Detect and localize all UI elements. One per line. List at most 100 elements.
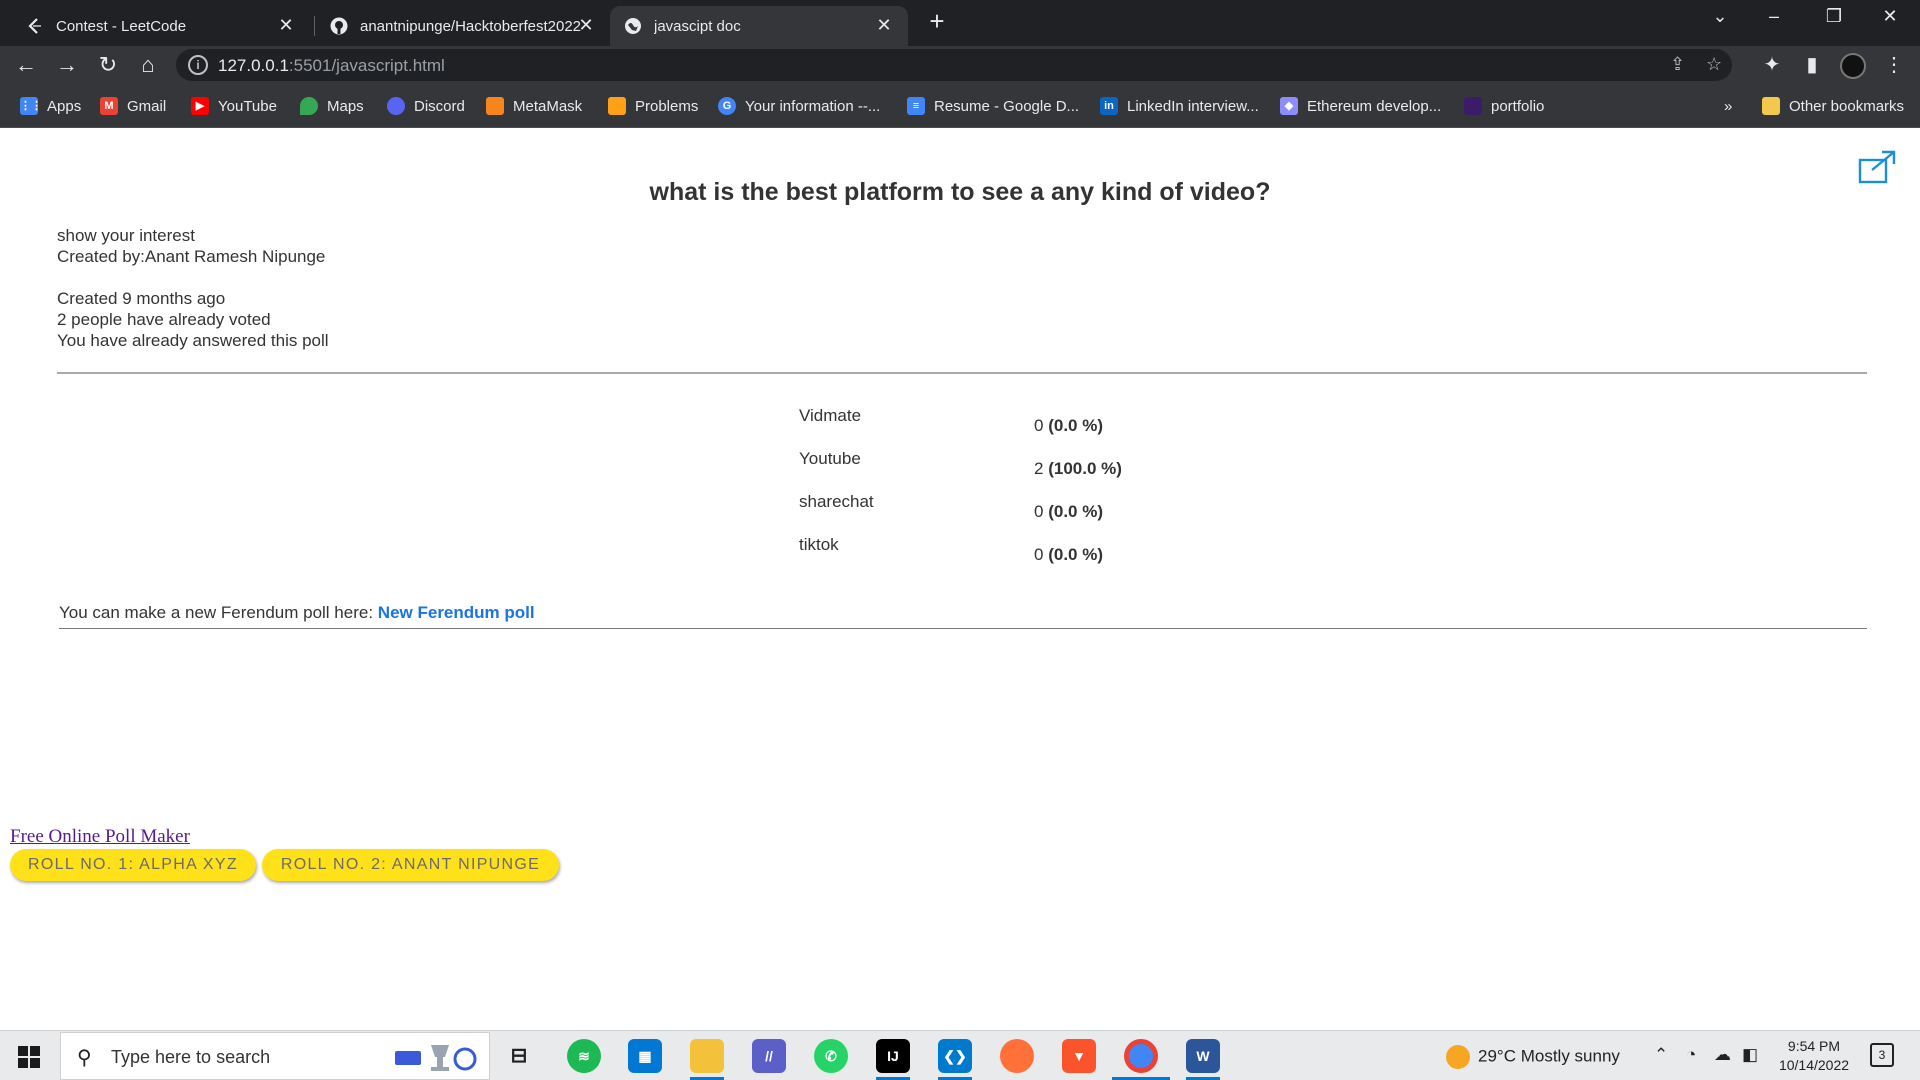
address-bar[interactable]: i 127.0.0.1:5501/javascript.html ⇪ ☆ [176,49,1732,81]
other-bookmarks[interactable]: Other bookmarks [1762,96,1904,116]
bookmark-your-information[interactable]: G Your information --... [718,96,880,116]
browser-toolbar: ← → ↻ ⌂ i 127.0.0.1:5501/javascript.html… [0,46,1920,84]
discord-icon [387,97,405,115]
more-bookmarks-button[interactable]: » [1724,96,1732,116]
bookmark-star-icon[interactable]: ☆ [1706,54,1722,75]
poll-vote-count: 2 people have already voted [57,310,271,329]
folder-icon [1762,97,1780,115]
firefox-icon[interactable] [1000,1039,1034,1073]
tab-javascript-doc[interactable]: javascipt doc ✕ [610,6,908,46]
profile-avatar[interactable] [1840,53,1866,79]
tab-leetcode[interactable]: Contest - LeetCode ✕ [12,6,310,46]
poll-author: Created by:Anant Ramesh Nipunge [57,247,326,266]
close-icon[interactable]: ✕ [576,15,596,36]
search-placeholder: Type here to search [111,1047,271,1067]
bookmark-linkedin[interactable]: in LinkedIn interview... [1100,96,1259,116]
weather-widget[interactable]: 29°C Mostly sunny [1446,1045,1620,1069]
site-info-icon[interactable]: i [188,55,208,75]
roll-button-2[interactable]: ROLL NO. 2: ANANT NIPUNGE [262,849,559,881]
home-icon[interactable]: ⌂ [132,49,164,81]
option-percent: (0.0 %) [1048,545,1103,564]
close-icon[interactable]: ✕ [276,15,296,36]
option-count: 0 [1034,416,1044,435]
clock-date: 10/14/2022 [1778,1057,1850,1073]
word-icon[interactable]: W [1186,1039,1220,1073]
url-host: 127.0.0.1 [218,56,289,75]
bookmark-portfolio[interactable]: portfolio [1464,96,1544,116]
bookmark-maps[interactable]: Maps [300,96,364,116]
bookmark-label: Resume - Google D... [934,97,1080,115]
portfolio-icon [1464,97,1482,115]
notifications-icon[interactable]: 3 [1870,1043,1894,1067]
option-percent: (0.0 %) [1048,502,1103,521]
forward-arrow-icon[interactable]: → [51,49,83,81]
bookmark-youtube[interactable]: ▶ YouTube [191,96,277,116]
tab-strip: Contest - LeetCode ✕ anantnipunge/Hackto… [0,0,1920,46]
bookmark-problems[interactable]: Problems [608,96,698,116]
option-label-youtube: Youtube [799,449,861,468]
tab-title: javascipt doc [654,17,741,35]
chrome-icon[interactable] [1124,1039,1158,1073]
tab-title: Contest - LeetCode [56,17,187,35]
weather-sun-icon [1446,1045,1470,1069]
bookmark-resume[interactable]: ≡ Resume - Google D... [907,96,1079,116]
bookmark-metamask[interactable]: MetaMask [486,96,582,116]
reload-icon[interactable]: ↻ [92,49,124,81]
app-icon[interactable]: // [752,1039,786,1073]
bookmark-apps[interactable]: ⋮⋮ Apps [20,96,81,116]
minimize-icon[interactable]: – [1754,6,1794,27]
option-count: 0 [1034,502,1044,521]
taskbar-search-input[interactable]: ⚲ Type here to search [60,1032,490,1080]
system-clock[interactable]: 9:54 PM 10/14/2022 [1768,1037,1860,1075]
intellij-icon[interactable]: IJ [876,1039,910,1073]
bookmark-label: Gmail [127,97,167,115]
bookmark-label: Maps [327,97,364,115]
windows-start-icon[interactable] [18,1046,40,1068]
url-text[interactable]: 127.0.0.1:5501/javascript.html [218,56,445,76]
restore-icon[interactable]: ❐ [1814,6,1854,27]
menu-kebab-icon[interactable]: ⋮ [1878,49,1910,81]
tab-title: anantnipunge/Hacktoberfest2022 [360,17,582,35]
vscode-icon[interactable]: ❮❯ [938,1039,972,1073]
bookmark-discord[interactable]: Discord [387,96,465,116]
back-arrow-icon[interactable]: ← [10,49,42,81]
spotify-icon[interactable]: ≋ [567,1039,601,1073]
brave-icon[interactable]: ▼ [1062,1039,1096,1073]
free-poll-maker-link[interactable]: Free Online Poll Maker [10,826,190,848]
roll-button-1[interactable]: ROLL NO. 1: ALPHA XYZ [10,849,256,881]
notification-count: 3 [1870,1043,1894,1067]
close-icon[interactable]: ✕ [874,15,894,36]
poll-title: what is the best platform to see a any k… [649,178,1271,206]
new-tab-button[interactable]: + [922,6,952,37]
file-explorer-icon[interactable] [690,1039,724,1073]
page-content: what is the best platform to see a any k… [0,128,1920,1030]
microsoft-store-icon[interactable]: ▦ [628,1039,662,1073]
google-icon: G [718,97,736,115]
speaker-icon[interactable]: ◧ [1742,1045,1758,1065]
whatsapp-icon[interactable]: ✆ [814,1039,848,1073]
ethereum-icon: ◆ [1280,97,1298,115]
onedrive-cloud-icon[interactable]: ☁ [1714,1045,1731,1065]
window-close-icon[interactable]: ✕ [1870,6,1910,27]
option-percent: (0.0 %) [1048,416,1103,435]
apps-grid-icon: ⋮⋮ [20,97,42,115]
globe-icon [625,18,641,34]
network-icon[interactable]: ◔ [1686,1045,1696,1065]
tab-search-icon[interactable]: ⌄ [1700,6,1740,27]
tab-github[interactable]: anantnipunge/Hacktoberfest2022 ✕ [316,6,610,46]
option-result-vidmate: 0 (0.0 %) [1034,416,1103,436]
bookmark-gmail[interactable]: M Gmail [100,96,166,116]
share-icon[interactable]: ⇪ [1670,54,1685,75]
extensions-puzzle-icon[interactable]: ✦ [1756,49,1788,81]
bookmark-ethereum[interactable]: ◆ Ethereum develop... [1280,96,1441,116]
task-view-icon[interactable]: ⊟ [502,1039,536,1073]
google-docs-icon: ≡ [907,97,925,115]
side-panel-icon[interactable]: ▮ [1796,49,1828,81]
poll-created-time: Created 9 months ago [57,289,226,308]
bookmark-label: YouTube [218,97,277,115]
option-label-vidmate: Vidmate [799,406,862,425]
bookmarks-bar: ⋮⋮ Apps M Gmail ▶ YouTube Maps Discord Meta… [0,84,1920,128]
new-poll-link[interactable]: New Ferendum poll [378,603,535,622]
new-poll-prompt: You can make a new Ferendum poll here: N… [59,603,535,623]
show-hidden-icons-icon[interactable]: ⌃ [1654,1045,1668,1065]
